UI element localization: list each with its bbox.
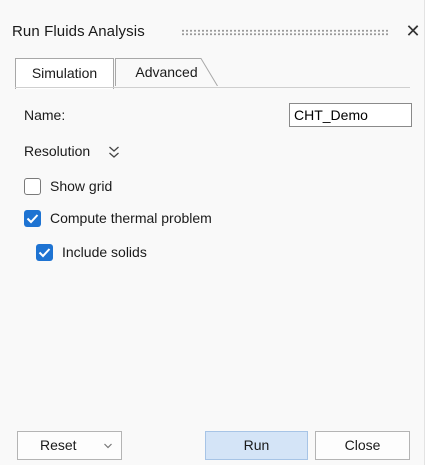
include-solids-checkbox[interactable] — [36, 244, 53, 261]
dialog-title: Run Fluids Analysis — [12, 23, 145, 40]
title-bar[interactable]: Run Fluids Analysis ✕ — [0, 0, 425, 50]
show-grid-checkbox[interactable] — [24, 178, 41, 195]
tab-advanced-label: Advanced — [135, 64, 198, 80]
compute-thermal-checkbox[interactable] — [24, 210, 41, 227]
tab-simulation[interactable]: Simulation — [15, 58, 114, 89]
include-solids-label: Include solids — [62, 244, 147, 260]
drag-grip-handle[interactable] — [181, 29, 388, 36]
reset-button-label: Reset — [40, 437, 77, 453]
checkmark-icon — [26, 214, 39, 224]
show-grid-label: Show grid — [50, 178, 113, 194]
run-fluids-dialog: Run Fluids Analysis ✕ Simulation Advance… — [0, 0, 425, 465]
name-label: Name: — [24, 107, 66, 123]
close-button[interactable]: Close — [315, 431, 410, 460]
run-button[interactable]: Run — [205, 431, 308, 460]
reset-button[interactable]: Reset — [17, 431, 122, 460]
chevron-down-icon[interactable] — [103, 442, 113, 450]
name-input[interactable] — [289, 103, 412, 127]
close-button-label: Close — [344, 437, 381, 453]
resolution-label: Resolution — [24, 143, 91, 159]
close-icon[interactable]: ✕ — [402, 20, 424, 42]
tab-advanced[interactable]: Advanced — [115, 58, 218, 86]
double-chevron-down-icon — [109, 146, 119, 158]
tab-divider — [15, 87, 410, 88]
compute-thermal-label: Compute thermal problem — [50, 210, 212, 226]
run-button-label: Run — [243, 437, 270, 453]
tab-simulation-label: Simulation — [31, 65, 98, 81]
checkmark-icon — [38, 248, 51, 258]
